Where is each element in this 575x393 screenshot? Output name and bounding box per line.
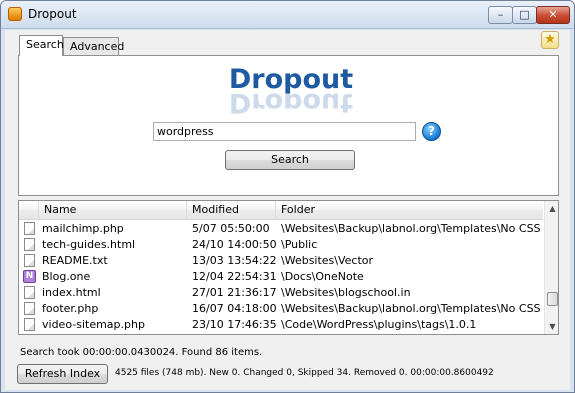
modified-cell: 16/07 04:18:00 xyxy=(192,302,276,315)
folder-cell: \Websites\Backup\labnol.org\Templates\No… xyxy=(281,222,543,235)
maximize-button[interactable]: □ xyxy=(512,6,537,24)
modified-cell: 23/10 17:46:35 xyxy=(192,318,276,331)
scroll-thumb[interactable] xyxy=(547,292,558,306)
tab-advanced[interactable]: Advanced xyxy=(63,37,124,55)
onenote-icon: N xyxy=(23,270,36,283)
window-title: Dropout xyxy=(28,7,77,21)
logo-reflection: Dropout xyxy=(228,93,354,117)
name-column-header[interactable]: Name xyxy=(39,201,187,220)
file-name-cell: index.html xyxy=(42,286,101,299)
index-status-text: 4525 files (748 mb). New 0. Changed 0, S… xyxy=(115,368,494,378)
search-panel: Dropout Dropout ? Search xyxy=(18,55,559,196)
icon-column-header[interactable] xyxy=(19,201,39,220)
app-window: Dropout – □ ✕ Search Advanced ★ Dropout … xyxy=(0,0,575,393)
tab-search[interactable]: Search xyxy=(19,35,64,56)
file-name-cell: mailchimp.php xyxy=(42,222,124,235)
modified-cell: 24/10 14:00:50 xyxy=(192,238,276,251)
file-name-cell: video-sitemap.php xyxy=(42,318,145,331)
folder-cell: \Websites\blogschool.in xyxy=(281,286,411,299)
search-button[interactable]: Search xyxy=(225,150,355,170)
folder-cell: \Websites\Backup\labnol.org\Templates\No… xyxy=(281,302,543,315)
table-row[interactable]: N Blog.one 12/04 22:54:31 \Docs\OneNote xyxy=(19,269,543,285)
client-area: Search Advanced ★ Dropout Dropout ? Sear… xyxy=(5,30,570,390)
results-list: Name Modified Folder mailchimp.php 5/07 0… xyxy=(18,200,559,335)
file-name-cell: footer.php xyxy=(42,302,99,315)
file-icon xyxy=(24,286,35,299)
scroll-up-arrow-icon[interactable]: ▲ xyxy=(545,201,558,216)
file-icon xyxy=(24,222,35,235)
scroll-down-arrow-icon[interactable]: ▼ xyxy=(545,319,558,334)
modified-column-header[interactable]: Modified xyxy=(187,201,276,220)
dropout-app-icon xyxy=(8,7,22,21)
modified-cell: 12/04 22:54:31 xyxy=(192,270,276,283)
close-button[interactable]: ✕ xyxy=(536,6,570,24)
folder-cell: \Public xyxy=(281,238,318,251)
favorites-star-icon[interactable]: ★ xyxy=(541,31,559,49)
modified-cell: 27/01 21:36:17 xyxy=(192,286,276,299)
file-icon xyxy=(24,238,35,251)
vertical-scrollbar[interactable]: ▲ ▼ xyxy=(544,201,558,334)
minimize-button[interactable]: – xyxy=(488,6,513,24)
folder-column-header[interactable]: Folder xyxy=(276,201,543,220)
folder-cell: \Websites\Vector xyxy=(281,254,374,267)
help-icon[interactable]: ? xyxy=(422,122,441,141)
table-row[interactable]: video-sitemap.php 23/10 17:46:35 \Code\Wor… xyxy=(19,317,543,333)
folder-cell: \Code\WordPress\plugins\tags\1.0.1 xyxy=(281,318,477,331)
table-row[interactable]: README.txt 13/03 13:54:22 \Websites\Vector xyxy=(19,253,543,269)
file-icon xyxy=(24,318,35,331)
file-name-cell: tech-guides.html xyxy=(42,238,136,251)
table-row[interactable]: tech-guides.html 24/10 14:00:50 \Public xyxy=(19,237,543,253)
table-row[interactable]: footer.php 16/07 04:18:00 \Websites\Backup… xyxy=(19,301,543,317)
column-header: Name Modified Folder xyxy=(19,201,543,220)
folder-cell: \Docs\OneNote xyxy=(281,270,364,283)
title-bar[interactable]: Dropout – □ ✕ xyxy=(1,1,574,29)
file-name-cell: README.txt xyxy=(42,254,108,267)
refresh-index-button[interactable]: Refresh Index xyxy=(17,364,108,384)
table-row[interactable]: mailchimp.php 5/07 05:50:00 \Websites\Back… xyxy=(19,221,543,237)
modified-cell: 5/07 05:50:00 xyxy=(192,222,270,235)
file-name-cell: Blog.one xyxy=(42,270,91,283)
search-input[interactable] xyxy=(153,122,416,141)
table-row[interactable]: index.html 27/01 21:36:17 \Websites\blogsc… xyxy=(19,285,543,301)
search-status-text: Search took 00:00:00.0430024. Found 86 i… xyxy=(20,347,263,358)
modified-cell: 13/03 13:54:22 xyxy=(192,254,276,267)
file-icon xyxy=(24,302,35,315)
file-icon xyxy=(24,254,35,267)
